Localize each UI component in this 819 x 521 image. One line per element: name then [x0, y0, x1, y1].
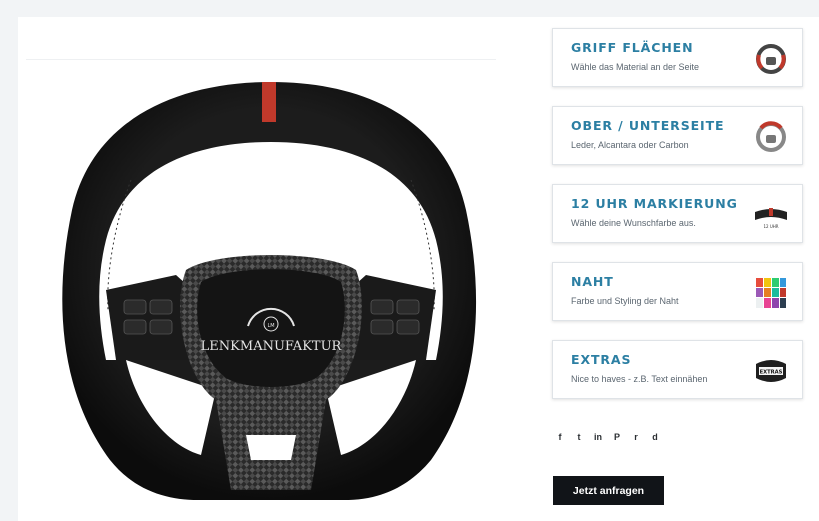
option-extras[interactable]: EXTRAS Nice to haves - z.B. Text einnähe…	[552, 340, 803, 399]
share-bar: f t in P r d	[555, 432, 660, 442]
reddit-icon[interactable]: r	[631, 432, 641, 442]
steering-wheel-illustration: LM LENKMANUFAKTUR	[62, 82, 477, 500]
option-12-uhr-markierung[interactable]: 12 UHR MARKIERUNG Wähle deine Wunschfarb…	[552, 184, 803, 243]
steering-wheel-top-bottom-icon	[756, 121, 786, 152]
option-title: NAHT	[571, 274, 614, 289]
option-subtitle: Wähle das Material an der Seite	[571, 62, 700, 72]
twitter-icon[interactable]: t	[574, 432, 584, 442]
linkedin-icon[interactable]: in	[593, 432, 603, 442]
option-title: OBER / UNTERSEITE	[571, 118, 725, 133]
logo-text: LENKMANUFAKTUR	[201, 339, 343, 354]
hub-bottom-cutout	[246, 435, 296, 460]
extras-badge-icon: EXTRAS	[756, 360, 786, 382]
option-title: 12 UHR MARKIERUNG	[571, 196, 738, 211]
logo-badge: LM	[267, 323, 274, 329]
product-page: LM LENKMANUFAKTUR GRIFF FLÄCHEN Wähle da…	[18, 17, 819, 521]
option-ober-unterseite[interactable]: OBER / UNTERSEITE Leder, Alcantara oder …	[552, 106, 803, 165]
configuration-options: GRIFF FLÄCHEN Wähle das Material an der …	[552, 28, 803, 418]
svg-text:EXTRAS: EXTRAS	[760, 370, 783, 376]
document-icon[interactable]: d	[650, 432, 660, 442]
option-subtitle: Leder, Alcantara oder Carbon	[571, 140, 689, 150]
option-title: GRIFF FLÄCHEN	[571, 40, 694, 55]
option-subtitle: Wähle deine Wunschfarbe aus.	[571, 218, 696, 228]
option-subtitle: Farbe und Styling der Naht	[571, 296, 679, 306]
option-naht[interactable]: NAHT Farbe und Styling der Naht	[552, 262, 803, 321]
thread-color-swatches-icon	[756, 278, 786, 308]
facebook-icon[interactable]: f	[555, 432, 565, 442]
option-griff-flaechen[interactable]: GRIFF FLÄCHEN Wähle das Material an der …	[552, 28, 803, 87]
product-image: LM LENKMANUFAKTUR	[26, 59, 496, 519]
twelve-oclock-marker	[262, 82, 276, 122]
request-quote-button[interactable]: Jetzt anfragen	[553, 476, 664, 505]
pinterest-icon[interactable]: P	[612, 432, 622, 442]
option-title: EXTRAS	[571, 352, 632, 367]
svg-text:12 UHR: 12 UHR	[763, 224, 778, 229]
steering-wheel-red-grip-icon	[756, 44, 786, 74]
twelve-oclock-marker-icon: 12 UHR	[755, 208, 787, 229]
option-subtitle: Nice to haves - z.B. Text einnähen	[571, 374, 708, 384]
